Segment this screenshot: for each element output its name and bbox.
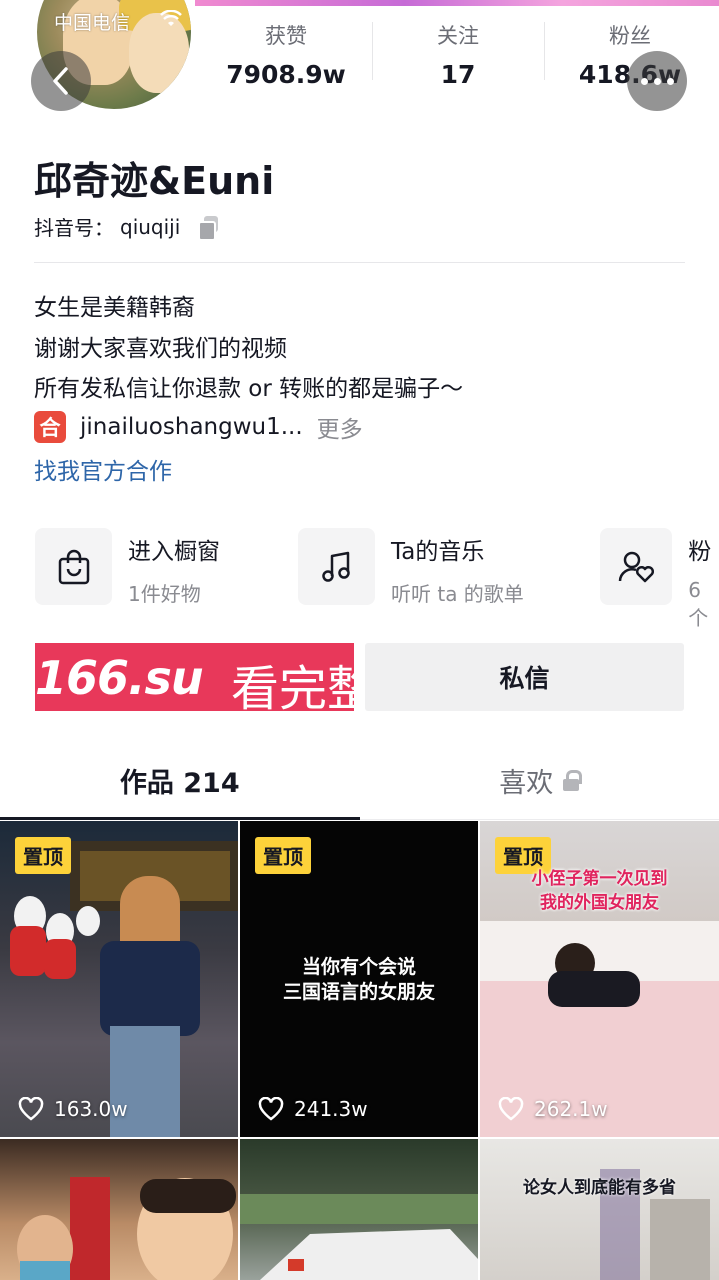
bio-line: 谢谢大家喜欢我们的视频 <box>34 335 287 362</box>
wifi-icon <box>160 10 182 26</box>
video-thumbnail[interactable]: 置顶 163.0w <box>0 821 238 1137</box>
feature-title: 进入橱窗 <box>128 539 220 565</box>
chevron-left-icon <box>53 67 68 95</box>
video-caption: 当你有个会说 三国语言的女朋友 <box>282 956 435 1003</box>
heart-icon <box>18 1097 44 1121</box>
stat-value: 17 <box>440 60 476 89</box>
pinned-badge: 置顶 <box>255 837 311 874</box>
like-count: 241.3w <box>258 1097 368 1121</box>
tab-likes[interactable]: 喜欢 <box>360 742 719 819</box>
back-button[interactable] <box>31 51 91 111</box>
watermark-ad-banner[interactable]: 166.su 看完整版 <box>35 643 423 717</box>
tab-label: 作品 214 <box>119 768 240 799</box>
content-tabs: 作品 214 喜欢 <box>0 742 719 820</box>
like-count-value: 262.1w <box>534 1097 608 1121</box>
tab-label: 喜欢 <box>499 768 554 799</box>
like-count-value: 163.0w <box>54 1097 128 1121</box>
video-thumbnail[interactable] <box>0 1139 238 1280</box>
expand-more-link[interactable]: 更多 <box>317 410 363 444</box>
heart-icon <box>498 1097 524 1121</box>
fans-icon <box>600 528 673 605</box>
like-count-value: 241.3w <box>294 1097 368 1121</box>
official-cooperation-link[interactable]: 找我官方合作 <box>34 452 172 486</box>
profile-header: 中国电信 获赞 7908.9w 关注 17 粉丝 418.6w <box>0 0 719 118</box>
lock-icon <box>563 769 583 792</box>
stat-following[interactable]: 关注 17 <box>372 18 544 98</box>
pinned-badge: 置顶 <box>15 837 71 874</box>
bio-link-row[interactable]: 合 jinailuoshangwu1... 更多 <box>34 410 363 444</box>
bio-line: 所有发私信让你退款 or 转账的都是骗子～ <box>34 376 464 402</box>
video-scene-illustration <box>600 1169 710 1280</box>
bio-link-text: jinailuoshangwu1... <box>80 414 303 440</box>
video-caption: 论女人到底能有多省 <box>523 1178 676 1198</box>
video-thumbnail[interactable] <box>240 1139 478 1280</box>
carrier-label: 中国电信 <box>54 12 131 34</box>
video-thumbnail[interactable]: 置顶 当你有个会说 三国语言的女朋友 241.3w <box>240 821 478 1137</box>
feature-subtitle: 1件好物 <box>128 582 201 606</box>
feature-music[interactable]: Ta的音乐 听听 ta 的歌单 <box>298 528 524 606</box>
bio-line: 女生是美籍韩裔 <box>34 295 195 321</box>
profile-name: 邱奇迹&Euni <box>34 159 275 203</box>
video-scene-illustration <box>17 1177 236 1280</box>
he-badge-icon: 合 <box>34 411 66 443</box>
ad-left-text: 166.su <box>35 651 204 705</box>
video-scene-illustration <box>240 1194 478 1280</box>
feature-subtitle: 听听 ta 的歌单 <box>391 582 524 606</box>
more-dots-icon <box>640 77 674 85</box>
divider <box>34 262 685 263</box>
stat-label: 粉丝 <box>609 24 651 48</box>
stat-label: 关注 <box>437 24 479 48</box>
copy-icon[interactable] <box>198 215 220 241</box>
bio: 女生是美籍韩裔 谢谢大家喜欢我们的视频 所有发私信让你退款 or 转账的都是骗子… <box>34 288 463 410</box>
more-options-button[interactable] <box>627 51 687 111</box>
like-count: 262.1w <box>498 1097 608 1121</box>
feature-shop-window[interactable]: 进入橱窗 1件好物 <box>35 528 220 606</box>
video-caption: 小侄子第一次见到 我的外国女朋友 <box>531 869 668 913</box>
feature-fans[interactable]: 粉 6个 <box>600 528 719 630</box>
tab-works[interactable]: 作品 214 <box>0 742 360 820</box>
cover-banner <box>195 0 719 6</box>
like-count: 163.0w <box>18 1097 128 1121</box>
stat-label: 获赞 <box>265 24 307 48</box>
video-thumbnail[interactable]: 置顶 小侄子第一次见到 我的外国女朋友 262.1w <box>480 821 719 1137</box>
video-thumbnail[interactable]: 论女人到底能有多省 <box>480 1139 719 1280</box>
stat-likes[interactable]: 获赞 7908.9w <box>200 18 372 98</box>
douyin-id-row: 抖音号： qiuqiji <box>34 212 220 241</box>
feature-title: 粉 <box>688 539 712 565</box>
heart-icon <box>258 1097 284 1121</box>
music-note-icon <box>298 528 375 605</box>
stat-value: 7908.9w <box>226 60 346 89</box>
feature-subtitle: 6个 <box>688 578 709 630</box>
douyin-id-label: 抖音号： <box>34 216 114 240</box>
message-button[interactable]: 私信 <box>365 643 684 711</box>
feature-title: Ta的音乐 <box>391 539 485 565</box>
shopping-bag-icon <box>35 528 112 605</box>
douyin-id-value: qiuqiji <box>120 214 181 239</box>
